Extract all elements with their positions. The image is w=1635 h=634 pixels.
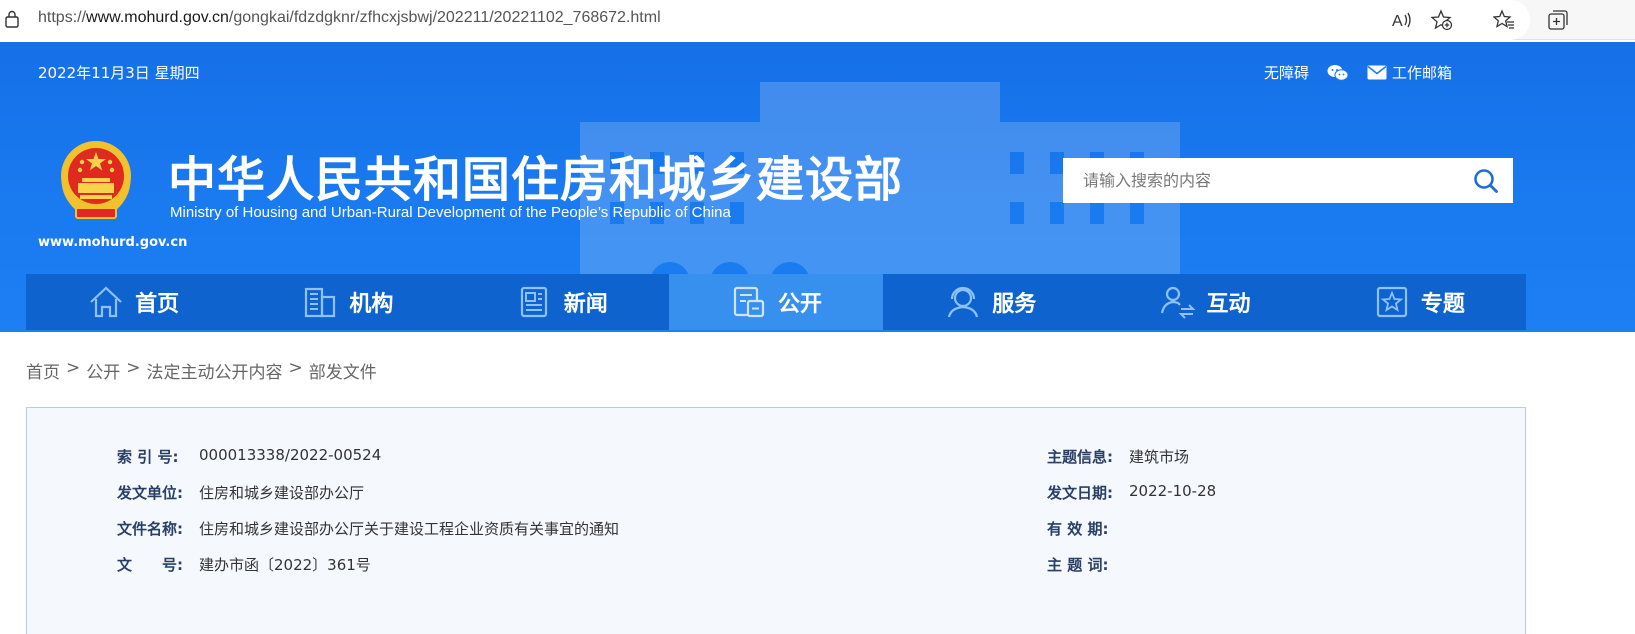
breadcrumb-documents[interactable]: 部发文件 xyxy=(309,358,377,383)
search-input[interactable] xyxy=(1063,158,1453,203)
main-nav: 首页 机构 新闻 公开 服务 互动 专题 xyxy=(26,274,1526,330)
info-keywords: 主 题 词: xyxy=(1047,554,1129,575)
info-value: 建筑市场 xyxy=(1129,448,1190,466)
info-label: 索 引 号: xyxy=(117,448,179,466)
site-title-en: Ministry of Housing and Urban-Rural Deve… xyxy=(170,204,731,221)
building-icon xyxy=(305,287,336,318)
info-label: 文件名称: xyxy=(117,520,183,538)
info-value: 住房和城乡建设部办公厅 xyxy=(199,484,365,502)
info-validity: 有 效 期: xyxy=(1047,518,1129,539)
info-label: 主题信息: xyxy=(1047,448,1113,466)
url-text[interactable]: https://www.mohurd.gov.cn/gongkai/fdzdgk… xyxy=(38,9,661,27)
info-label: 文 号: xyxy=(117,556,183,574)
lock-icon[interactable] xyxy=(4,10,20,28)
info-label: 有 效 期: xyxy=(1047,520,1109,538)
top-links: 无障碍 工作邮箱 xyxy=(1264,62,1452,83)
public-docs-icon xyxy=(733,286,765,318)
breadcrumb-separator: > xyxy=(288,358,303,378)
info-value: 建办市函〔2022〕361号 xyxy=(199,556,371,574)
newspaper-icon xyxy=(520,286,547,318)
email-link[interactable]: 工作邮箱 xyxy=(1367,62,1452,83)
home-icon xyxy=(90,286,122,318)
favorites-icon[interactable] xyxy=(1492,8,1516,32)
site-url: www.mohurd.gov.cn xyxy=(38,235,188,250)
email-label: 工作邮箱 xyxy=(1391,64,1452,82)
interaction-icon xyxy=(1160,286,1195,319)
breadcrumb-home[interactable]: 首页 xyxy=(26,358,60,383)
nav-item-public[interactable]: 公开 xyxy=(668,274,884,330)
info-index: 索 引 号: 000013338/2022-00524 xyxy=(117,446,381,467)
mail-icon xyxy=(1367,65,1387,80)
current-date: 2022年11月3日 星期四 xyxy=(38,64,200,82)
nav-item-organization[interactable]: 机构 xyxy=(240,274,454,330)
info-issuer: 发文单位: 住房和城乡建设部办公厅 xyxy=(117,482,364,503)
nav-label: 首页 xyxy=(135,292,180,317)
nav-label: 专题 xyxy=(1420,292,1465,317)
info-topic: 主题信息: 建筑市场 xyxy=(1047,446,1189,467)
nav-item-interaction[interactable]: 互动 xyxy=(1097,274,1311,330)
breadcrumb-statutory[interactable]: 法定主动公开内容 xyxy=(147,358,283,383)
search-box xyxy=(1063,158,1513,203)
info-value: 000013338/2022-00524 xyxy=(199,446,382,464)
info-label: 主 题 词: xyxy=(1047,556,1109,574)
read-aloud-icon[interactable]: A xyxy=(1390,8,1414,32)
info-label: 发文日期: xyxy=(1047,484,1113,502)
accessibility-link[interactable]: 无障碍 xyxy=(1264,62,1309,83)
url-prefix: https:// xyxy=(38,9,87,26)
nav-item-topics[interactable]: 专题 xyxy=(1312,274,1526,330)
search-icon[interactable] xyxy=(1473,168,1499,194)
info-value: 2022-10-28 xyxy=(1129,482,1217,500)
nav-item-home[interactable]: 首页 xyxy=(26,274,240,330)
breadcrumb: 首页 > 公开 > 法定主动公开内容 > 部发文件 xyxy=(26,358,377,383)
svg-text:A: A xyxy=(1392,13,1403,30)
wechat-icon[interactable] xyxy=(1327,64,1349,82)
breadcrumb-separator: > xyxy=(126,358,141,378)
nav-label: 互动 xyxy=(1206,292,1251,317)
url-domain: www.mohurd.gov.cn xyxy=(86,9,229,26)
add-favorite-icon[interactable] xyxy=(1430,8,1454,32)
nav-label: 机构 xyxy=(349,292,394,317)
collections-icon[interactable] xyxy=(1546,8,1570,32)
breadcrumb-separator: > xyxy=(66,358,81,378)
nav-label: 公开 xyxy=(777,292,822,317)
nav-item-news[interactable]: 新闻 xyxy=(455,274,669,330)
site-title-cn[interactable]: 中华人民共和国住房和城乡建设部 xyxy=(168,140,903,210)
info-docname: 文件名称: 住房和城乡建设部办公厅关于建设工程企业资质有关事宜的通知 xyxy=(117,518,619,539)
national-emblem-logo[interactable] xyxy=(58,138,134,224)
info-date: 发文日期: 2022-10-28 xyxy=(1047,482,1216,503)
info-docno: 文 号: 建办市函〔2022〕361号 xyxy=(117,554,371,575)
service-icon xyxy=(948,286,979,318)
browser-toolbar: https://www.mohurd.gov.cn/gongkai/fdzdgk… xyxy=(0,0,1635,40)
nav-label: 服务 xyxy=(992,292,1037,317)
nav-item-service[interactable]: 服务 xyxy=(883,274,1097,330)
info-label: 发文单位: xyxy=(117,484,183,502)
document-info-panel: 索 引 号: 000013338/2022-00524 发文单位: 住房和城乡建… xyxy=(26,407,1526,634)
breadcrumb-public[interactable]: 公开 xyxy=(86,358,120,383)
info-value: 住房和城乡建设部办公厅关于建设工程企业资质有关事宜的通知 xyxy=(199,520,620,538)
address-bar[interactable]: https://www.mohurd.gov.cn/gongkai/fdzdgk… xyxy=(0,0,1530,40)
star-topic-icon xyxy=(1376,286,1407,318)
nav-label: 新闻 xyxy=(563,292,608,317)
url-path: /gongkai/fdzdgknr/zfhcxjsbwj/202211/2022… xyxy=(228,9,661,26)
